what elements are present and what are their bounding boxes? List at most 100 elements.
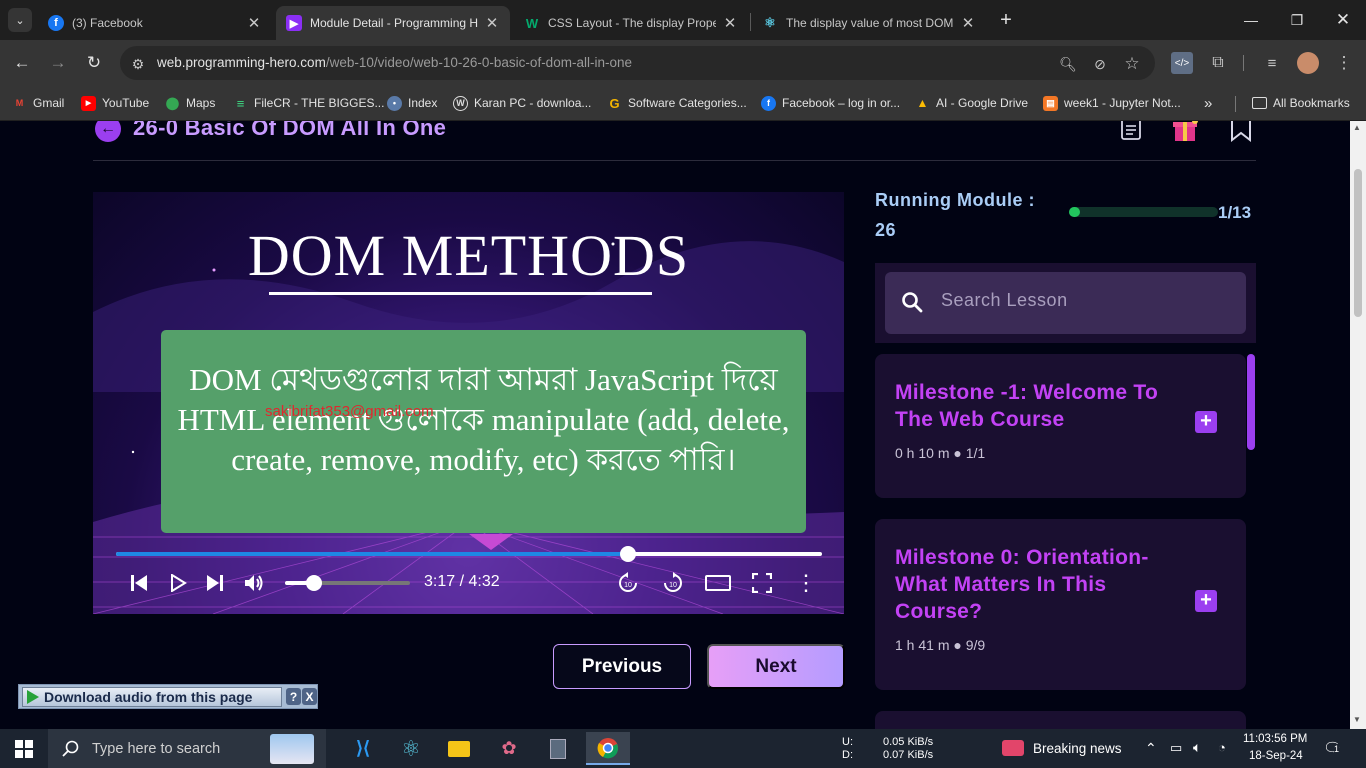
previous-button[interactable]: Previous bbox=[553, 644, 691, 689]
forward-10-button[interactable]: 10 bbox=[660, 570, 686, 596]
scroll-down-icon[interactable]: ▼ bbox=[1353, 715, 1361, 724]
media-control-icon[interactable]: ≡ bbox=[1261, 52, 1283, 74]
forward-button[interactable]: → bbox=[43, 48, 73, 78]
bookmark-karan-pc[interactable]: W Karan PC - downloa... bbox=[453, 94, 591, 112]
bookmark-gmail[interactable]: M Gmail bbox=[12, 94, 65, 112]
taskbar-app[interactable]: ✿ bbox=[487, 732, 531, 765]
all-bookmarks-button[interactable]: All Bookmarks bbox=[1252, 94, 1350, 112]
volume-button[interactable] bbox=[241, 570, 267, 596]
video-progress-bar[interactable] bbox=[116, 546, 822, 562]
help-button[interactable]: ? bbox=[286, 688, 301, 705]
volume-slider[interactable] bbox=[285, 575, 410, 591]
next-button[interactable]: Next bbox=[707, 644, 845, 689]
start-button[interactable] bbox=[0, 729, 48, 768]
fullscreen-button[interactable] bbox=[749, 570, 775, 596]
battery-icon[interactable]: ▭ bbox=[1170, 740, 1182, 756]
react-icon: ⚛ bbox=[764, 15, 776, 30]
volume-handle[interactable] bbox=[305, 575, 322, 591]
bookmark-label: AI - Google Drive bbox=[936, 96, 1029, 110]
url-text[interactable]: web.programming-hero.com/web-10/video/we… bbox=[157, 55, 632, 70]
search-highlight-illustration bbox=[270, 734, 314, 764]
star-icon[interactable]: ☆ bbox=[1122, 54, 1142, 74]
search-icon bbox=[62, 740, 79, 757]
play-button[interactable] bbox=[165, 570, 191, 596]
milestone-meta: 1 h 41 m ● 9/9 bbox=[895, 637, 985, 653]
milestone-card[interactable] bbox=[875, 711, 1246, 729]
notes-icon[interactable] bbox=[1120, 121, 1142, 141]
video-player[interactable]: DOM METHODS DOM মেথডগুলোর দারা আমরা Java… bbox=[93, 192, 844, 614]
wifi-icon[interactable]: ◔ bbox=[1218, 740, 1226, 755]
skip-next-button[interactable] bbox=[202, 570, 228, 596]
milestone-card[interactable]: Milestone -1: Welcome To The Web Course … bbox=[875, 354, 1246, 498]
taskbar-vscode[interactable]: ⟩⟨ bbox=[341, 732, 385, 765]
bookmark-youtube[interactable]: ▶ YouTube bbox=[81, 94, 149, 112]
tab-css-layout[interactable]: W CSS Layout - The display Property ✕ bbox=[514, 6, 748, 40]
new-tab-button[interactable]: + bbox=[994, 8, 1018, 32]
tab-module-detail[interactable]: ▶ Module Detail - Programming Hero ✕ bbox=[276, 6, 510, 40]
reload-button[interactable]: ↻ bbox=[79, 48, 109, 78]
tab-facebook[interactable]: f (3) Facebook ✕ bbox=[38, 6, 272, 40]
expand-milestone-button[interactable]: + bbox=[1195, 411, 1217, 433]
speaker-icon[interactable]: 🔈︎ bbox=[1193, 739, 1201, 756]
close-download-bar-button[interactable]: X bbox=[302, 688, 317, 705]
taskbar-react-app[interactable]: ⚛ bbox=[389, 732, 433, 765]
milestone-card[interactable]: Milestone 0: Orientation- What Matters I… bbox=[875, 519, 1246, 690]
taskbar-file-explorer[interactable] bbox=[437, 732, 481, 765]
page-scrollbar-thumb[interactable] bbox=[1354, 169, 1362, 317]
clock-date[interactable]: 18-Sep-24 bbox=[1249, 750, 1303, 762]
gift-icon[interactable] bbox=[1170, 121, 1202, 143]
address-bar[interactable]: ⚙ web.programming-hero.com/web-10/video/… bbox=[120, 46, 1155, 80]
close-icon[interactable]: ✕ bbox=[484, 14, 500, 32]
close-icon[interactable]: ✕ bbox=[722, 14, 738, 32]
download-audio-button[interactable]: Download audio from this page bbox=[22, 687, 282, 707]
lesson-search-box[interactable] bbox=[885, 272, 1246, 334]
bookmark-jupyter[interactable]: ▤ week1 - Jupyter Not... bbox=[1043, 94, 1181, 112]
profile-avatar[interactable] bbox=[1297, 52, 1319, 74]
bookmark-maps[interactable]: ⬤ Maps bbox=[165, 94, 216, 112]
taskbar-search[interactable]: Type here to search bbox=[48, 729, 326, 768]
video-progress-handle[interactable] bbox=[619, 546, 636, 562]
theater-mode-button[interactable] bbox=[705, 570, 731, 596]
bookmark-google-drive[interactable]: ▲ AI - Google Drive bbox=[915, 94, 1029, 112]
video-options-button[interactable]: ⋮ bbox=[793, 570, 819, 596]
bookmark-index[interactable]: • Index bbox=[387, 94, 437, 112]
clock-time[interactable]: 11:03:56 PM bbox=[1243, 733, 1307, 745]
close-icon[interactable]: ✕ bbox=[246, 14, 262, 32]
skip-previous-button[interactable] bbox=[126, 570, 152, 596]
minimize-button[interactable]: — bbox=[1228, 0, 1274, 40]
page-scrollbar[interactable]: ▲ ▼ bbox=[1350, 121, 1366, 729]
scroll-up-icon[interactable]: ▲ bbox=[1353, 123, 1361, 132]
bookmark-filecr[interactable]: ≡ FileCR - THE BIGGES... bbox=[233, 94, 385, 112]
more-bookmarks-button[interactable]: » bbox=[1204, 94, 1212, 112]
menu-kebab-icon[interactable]: ⋮ bbox=[1333, 52, 1355, 74]
milestone-list-scrollbar[interactable] bbox=[1247, 354, 1255, 450]
rewind-10-button[interactable]: 10 bbox=[615, 570, 641, 596]
news-widget[interactable]: Breaking news bbox=[1002, 740, 1122, 756]
back-arrow-button[interactable]: ← bbox=[95, 121, 121, 142]
bookmark-software-categories[interactable]: G Software Categories... bbox=[607, 94, 746, 112]
extensions-icon[interactable]: ⧉ bbox=[1207, 52, 1229, 74]
zoom-icon[interactable]: 🔍︎ bbox=[1058, 54, 1078, 74]
bookmark-facebook[interactable]: f Facebook – log in or... bbox=[761, 94, 900, 112]
play-icon bbox=[171, 574, 187, 592]
taskbar-chrome[interactable] bbox=[586, 732, 630, 765]
bookmark-icon[interactable] bbox=[1229, 121, 1253, 142]
notification-button[interactable]: 🗨︎ 1 bbox=[1323, 739, 1342, 757]
restore-button[interactable]: ❐ bbox=[1274, 0, 1320, 40]
tray-expand-icon[interactable]: ⌃ bbox=[1145, 740, 1157, 757]
tab-display-value[interactable]: ⚛ The display value of most DOM ✕ bbox=[752, 6, 986, 40]
milestone-title: Milestone -1: Welcome To The Web Course bbox=[895, 381, 1159, 431]
eye-off-icon[interactable]: ⊘ bbox=[1090, 54, 1110, 74]
tab-search-button[interactable]: ⌄ bbox=[8, 8, 32, 32]
search-lesson-input[interactable] bbox=[941, 290, 1231, 311]
taskbar-calculator[interactable] bbox=[536, 732, 580, 765]
close-icon[interactable]: ✕ bbox=[960, 14, 976, 32]
back-button[interactable]: ← bbox=[7, 48, 37, 78]
news-text: Breaking news bbox=[1033, 740, 1122, 756]
devtools-extension-icon[interactable]: </> bbox=[1171, 52, 1193, 74]
search-icon bbox=[902, 292, 923, 313]
expand-milestone-button[interactable]: + bbox=[1195, 590, 1217, 612]
running-module-count: 1/13 bbox=[1218, 203, 1252, 222]
close-window-button[interactable]: ✕ bbox=[1320, 0, 1366, 40]
site-info-icon[interactable]: ⚙ bbox=[128, 54, 148, 74]
